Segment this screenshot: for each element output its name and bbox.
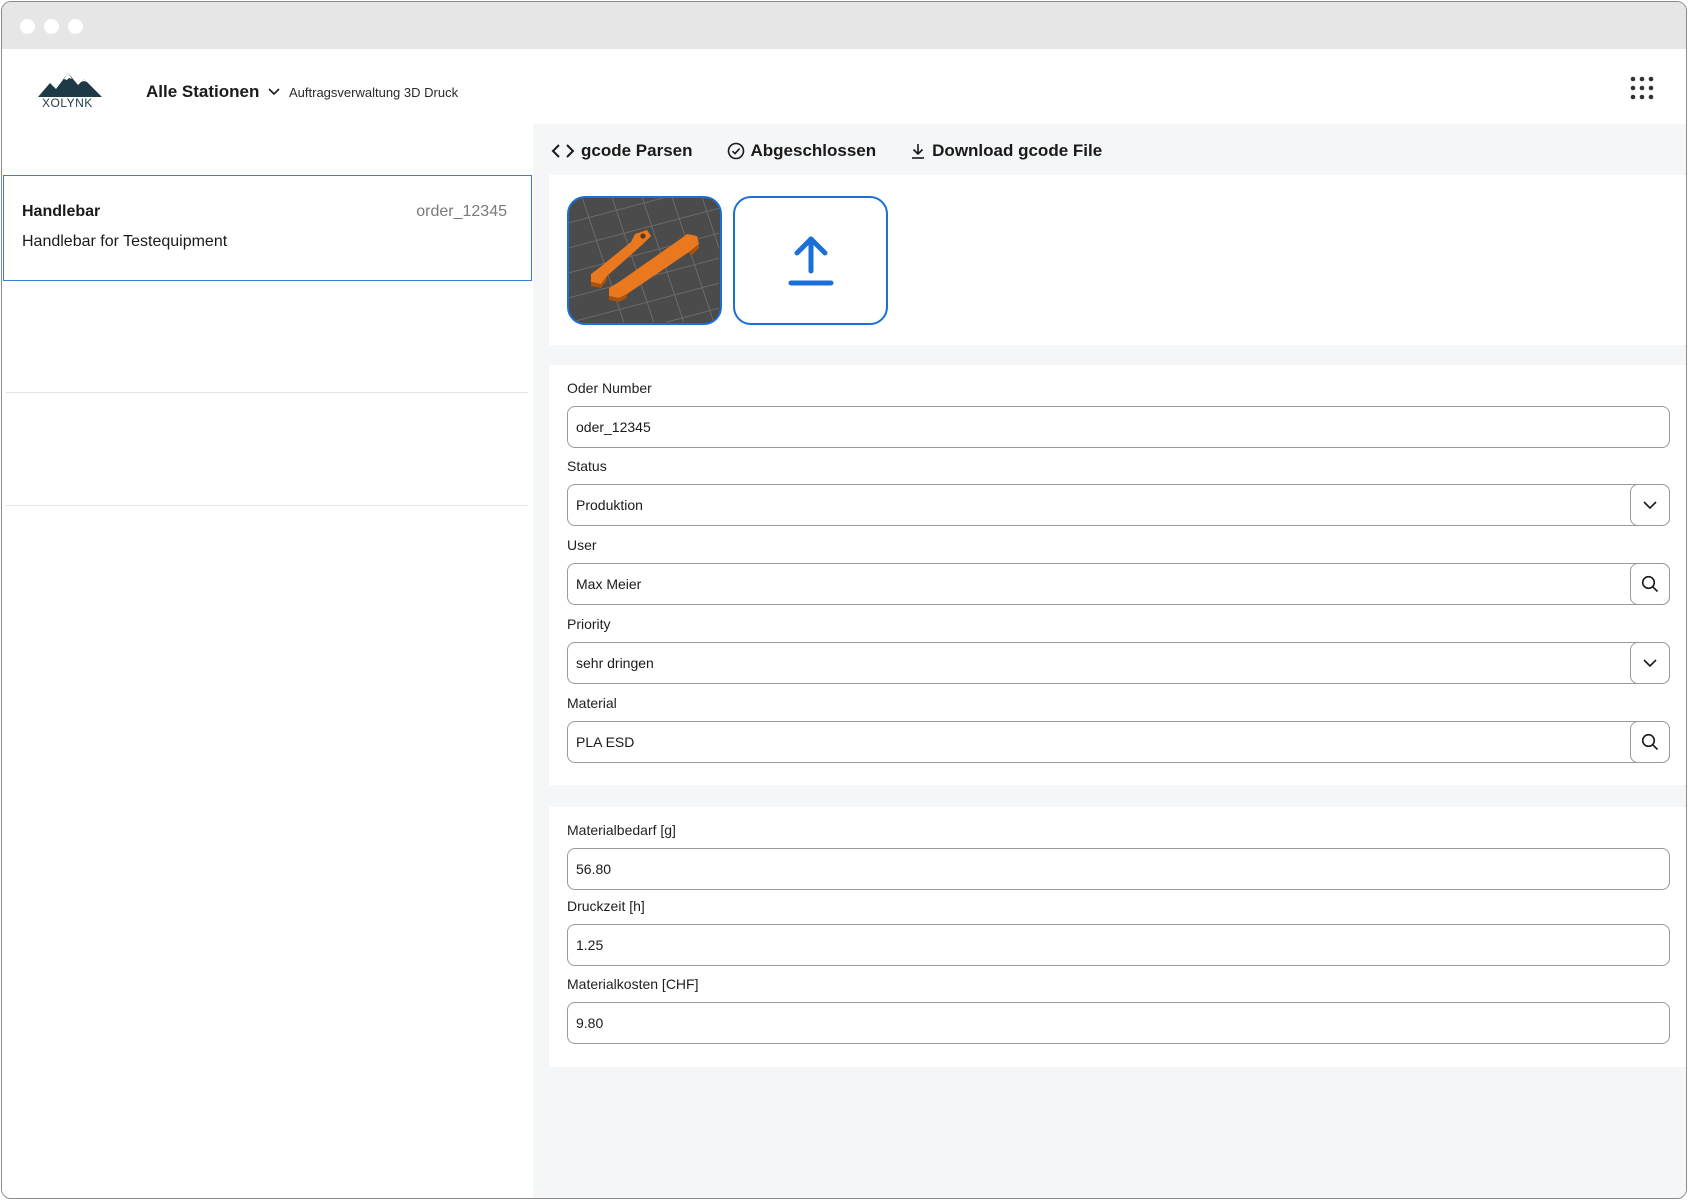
print-stats-panel: Materialbedarf [g] 56.80 Druckzeit [h] 1… [549,807,1686,1067]
material-need-value: 56.80 [576,861,612,877]
grid-dots-icon[interactable] [1630,76,1654,100]
material-need-field: Materialbedarf [g] 56.80 [567,821,1670,890]
model-preview-thumbnail[interactable] [567,196,722,325]
gcode-parse-label: gcode Parsen [581,141,693,160]
window-zoom-dot[interactable] [68,19,83,34]
status-field: Status Produktion [567,457,1670,526]
download-gcode-button[interactable]: Download gcode File [910,141,1102,161]
code-brackets-icon [551,144,575,158]
window-minimize-dot[interactable] [44,19,59,34]
window-titlebar [2,2,1686,49]
chevron-down-icon [1643,659,1657,668]
user-field: User Max Meier [567,536,1670,605]
print-time-label: Druckzeit [h] [567,898,645,914]
status-dropdown-button[interactable] [1630,484,1670,526]
order-form-panel: Oder Number oder_12345 Status Produktion [549,365,1686,785]
mark-done-button[interactable]: Abgeschlossen [727,141,877,161]
chevron-down-icon [1643,501,1657,510]
app-subtitle: Auftragsverwaltung 3D Druck [289,85,459,100]
station-selector[interactable]: Alle Stationen [146,82,281,102]
material-need-label: Materialbedarf [g] [567,822,676,838]
app-header: XOLYNK Alle Stationen Auftragsverwaltung… [2,49,1686,124]
priority-select[interactable]: sehr dringen [567,642,1670,684]
order-description: Handlebar for Testequipment [22,233,228,250]
material-label: Material [567,695,617,711]
material-cost-input[interactable]: 9.80 [567,1002,1670,1044]
user-input[interactable]: Max Meier [567,563,1670,605]
status-value: Produktion [576,497,643,513]
order-number-label: Oder Number [567,380,652,396]
station-label: Alle Stationen [146,82,260,101]
download-icon [912,144,925,159]
upload-file-button[interactable] [733,196,888,325]
print-time-input[interactable]: 1.25 [567,924,1670,966]
order-number-input[interactable]: oder_12345 [567,406,1670,448]
search-icon [1641,733,1659,751]
xolynk-logo[interactable]: XOLYNK [34,69,106,110]
user-label: User [567,537,597,553]
check-circle-icon [727,142,744,160]
mark-done-label: Abgeschlossen [750,141,877,160]
material-field: Material PLA ESD [567,694,1670,763]
order-detail-panel: gcode Parsen Abgeschlossen Download gcod… [533,124,1686,1198]
print-time-field: Druckzeit [h] 1.25 [567,897,1670,966]
priority-field: Priority sehr dringen [567,615,1670,684]
file-panel [549,175,1686,345]
action-toolbar: gcode Parsen Abgeschlossen Download gcod… [551,140,1102,162]
status-select[interactable]: Produktion [567,484,1670,526]
order-id: order_12345 [416,203,507,220]
user-search-button[interactable] [1630,563,1670,605]
priority-dropdown-button[interactable] [1630,642,1670,684]
material-cost-value: 9.80 [576,1015,604,1031]
gcode-parse-button[interactable]: gcode Parsen [551,141,693,161]
window-close-dot[interactable] [20,19,35,34]
material-input[interactable]: PLA ESD [567,721,1670,763]
order-number-value: oder_12345 [576,419,651,435]
priority-label: Priority [567,616,611,632]
upload-icon [788,236,833,285]
order-list-sidebar: Handlebar order_12345 Handlebar for Test… [2,124,532,1198]
order-title: Handlebar [22,203,101,220]
chevron-down-icon [268,88,280,96]
material-cost-label: Materialkosten [CHF] [567,976,699,992]
user-value: Max Meier [576,576,642,592]
download-gcode-label: Download gcode File [932,141,1103,160]
app-window: XOLYNK Alle Stationen Auftragsverwaltung… [1,1,1687,1199]
search-icon [1641,575,1659,593]
order-number-field: Oder Number oder_12345 [567,379,1670,448]
logo-text: XOLYNK [42,96,93,109]
status-label: Status [567,458,607,474]
material-search-button[interactable] [1630,721,1670,763]
material-need-input[interactable]: 56.80 [567,848,1670,890]
material-cost-field: Materialkosten [CHF] 9.80 [567,975,1670,1044]
order-list-item[interactable]: Handlebar order_12345 Handlebar for Test… [3,175,532,281]
material-value: PLA ESD [576,734,635,750]
print-time-value: 1.25 [576,937,604,953]
priority-value: sehr dringen [576,655,654,671]
list-divider [6,505,528,506]
list-divider [6,392,528,393]
